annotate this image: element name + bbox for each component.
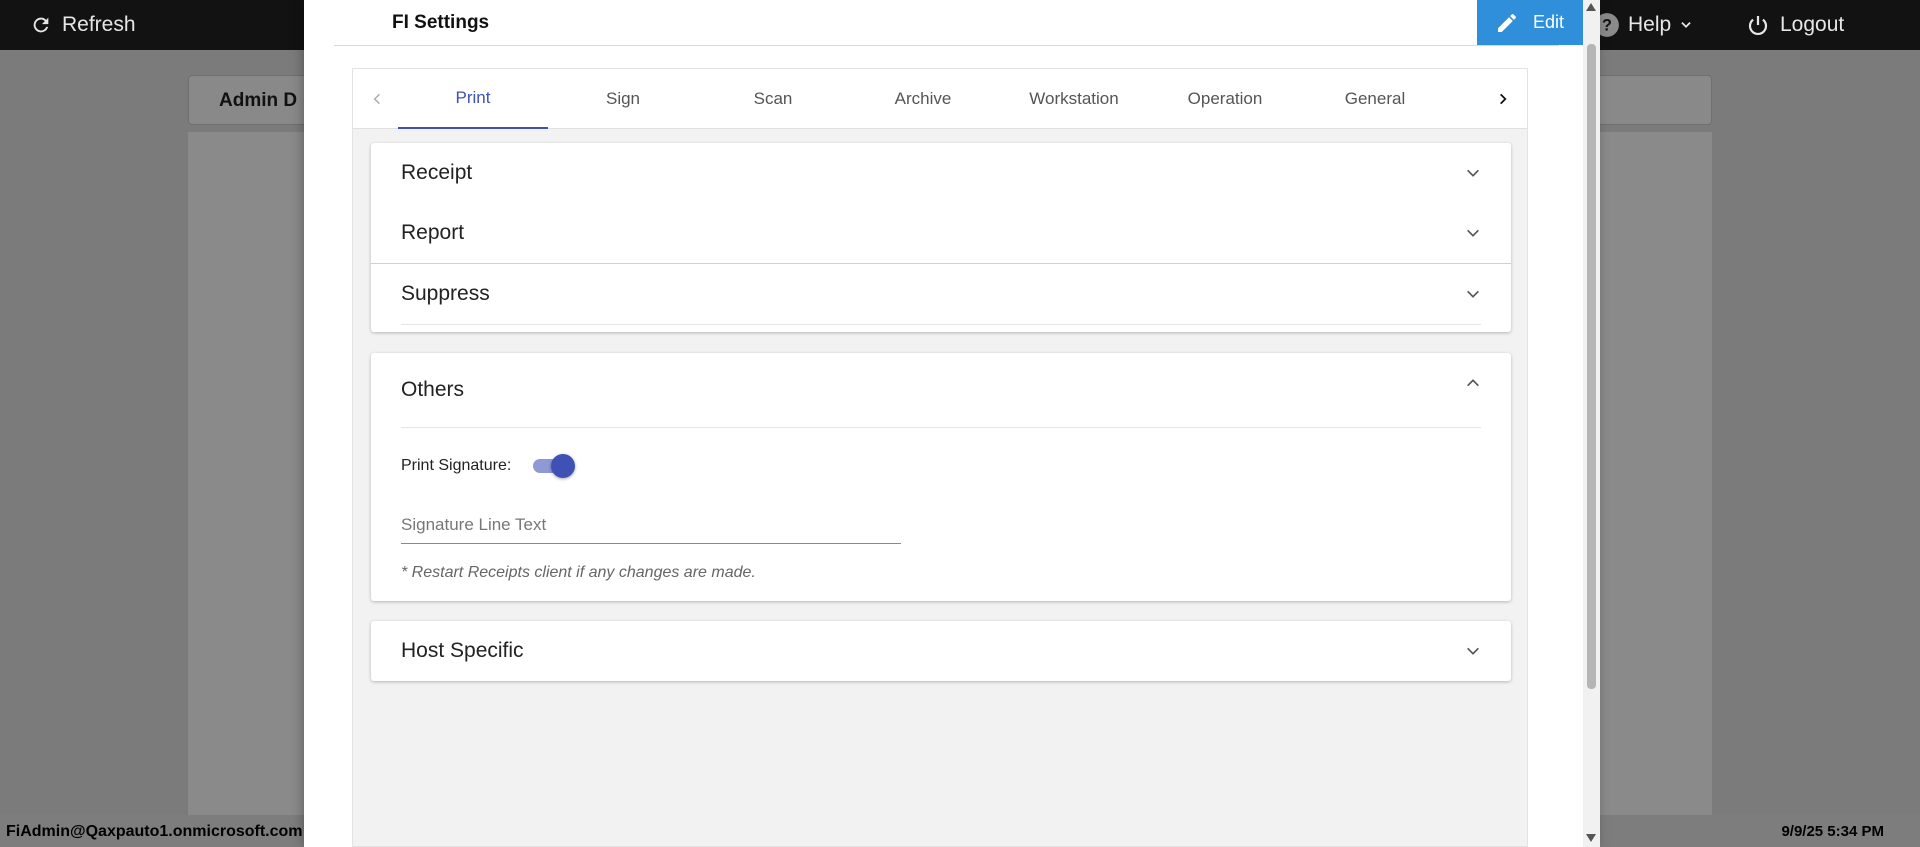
print-sections-group: Receipt Report Suppress xyxy=(371,143,1511,332)
settings-tabs-panel: Print Sign Scan Archive Workstation Oper… xyxy=(352,68,1528,847)
suppress-section-title: Suppress xyxy=(401,282,490,305)
edit-label: Edit xyxy=(1533,12,1565,32)
toggle-knob xyxy=(551,454,576,478)
section-divider xyxy=(401,427,1481,428)
report-section-header[interactable]: Report xyxy=(371,203,1511,263)
chevron-down-icon xyxy=(1467,647,1479,655)
refresh-icon xyxy=(33,17,49,33)
tab-scroll-left-button[interactable] xyxy=(365,87,389,111)
chevron-up-icon xyxy=(1467,379,1479,387)
others-section-header[interactable]: Others xyxy=(371,353,1511,427)
chevron-left-icon xyxy=(373,93,380,105)
scroll-down-arrow[interactable] xyxy=(1586,834,1596,842)
others-section-title: Others xyxy=(401,378,465,401)
logout-button[interactable]: Logout xyxy=(1746,8,1844,42)
dialog-header: FI Settings Edit xyxy=(334,0,1586,46)
receipt-section-header[interactable]: Receipt xyxy=(371,143,1511,203)
dialog-scrollbar[interactable] xyxy=(1583,0,1600,847)
tab-bar: Print Sign Scan Archive Workstation Oper… xyxy=(353,69,1527,129)
user-email: FiAdmin@Qaxpauto1.onmicrosoft.com xyxy=(6,823,303,840)
refresh-label: Refresh xyxy=(62,13,136,36)
svg-text:?: ? xyxy=(1602,16,1612,34)
power-icon xyxy=(1748,16,1768,35)
tab-archive[interactable]: Archive xyxy=(848,69,998,129)
suppress-section-header[interactable]: Suppress xyxy=(371,264,1511,324)
chevron-down-icon xyxy=(1681,22,1691,28)
help-menu-button[interactable]: ? Help xyxy=(1594,8,1693,42)
chevron-down-icon xyxy=(1467,229,1479,237)
print-signature-label: Print Signature: xyxy=(401,457,512,474)
timestamp: 9/9/25 5:34 PM xyxy=(1781,823,1884,840)
host-specific-section-title: Host Specific xyxy=(401,639,524,662)
chevron-right-icon xyxy=(1500,93,1507,105)
restart-note: * Restart Receipts client if any changes… xyxy=(401,564,756,581)
logout-label: Logout xyxy=(1780,13,1845,36)
edit-button[interactable]: Edit xyxy=(1477,0,1586,45)
refresh-button[interactable]: Refresh xyxy=(30,8,136,42)
chevron-down-icon xyxy=(1467,169,1479,177)
chevron-down-icon xyxy=(1467,290,1479,298)
others-section: Others Print Signature: * Restart Receip… xyxy=(371,353,1511,601)
print-signature-row: Print Signature: xyxy=(401,452,576,480)
page-title: Admin D xyxy=(219,90,298,111)
tab-workstation[interactable]: Workstation xyxy=(999,69,1149,129)
receipt-section-title: Receipt xyxy=(401,161,473,184)
fi-settings-dialog: FI Settings Edit Print Sign Scan Archive… xyxy=(304,0,1600,847)
tab-general[interactable]: General xyxy=(1300,69,1450,129)
help-label: Help xyxy=(1628,13,1672,36)
host-specific-section-header[interactable]: Host Specific xyxy=(371,621,1511,681)
tab-sign[interactable]: Sign xyxy=(548,69,698,129)
print-signature-toggle[interactable] xyxy=(531,452,576,480)
tab-scan[interactable]: Scan xyxy=(698,69,848,129)
dialog-title: FI Settings xyxy=(392,12,490,33)
tab-operation[interactable]: Operation xyxy=(1150,69,1300,129)
scroll-up-arrow[interactable] xyxy=(1586,3,1596,11)
tab-scroll-right-button[interactable] xyxy=(1491,87,1515,111)
report-section-title: Report xyxy=(401,221,465,244)
pencil-icon xyxy=(1498,13,1517,32)
tab-print[interactable]: Print xyxy=(398,69,548,129)
signature-line-text-input[interactable] xyxy=(401,510,901,540)
host-specific-section: Host Specific xyxy=(371,621,1511,681)
signature-line-text-field xyxy=(401,510,901,544)
scrollbar-thumb[interactable] xyxy=(1587,44,1596,689)
